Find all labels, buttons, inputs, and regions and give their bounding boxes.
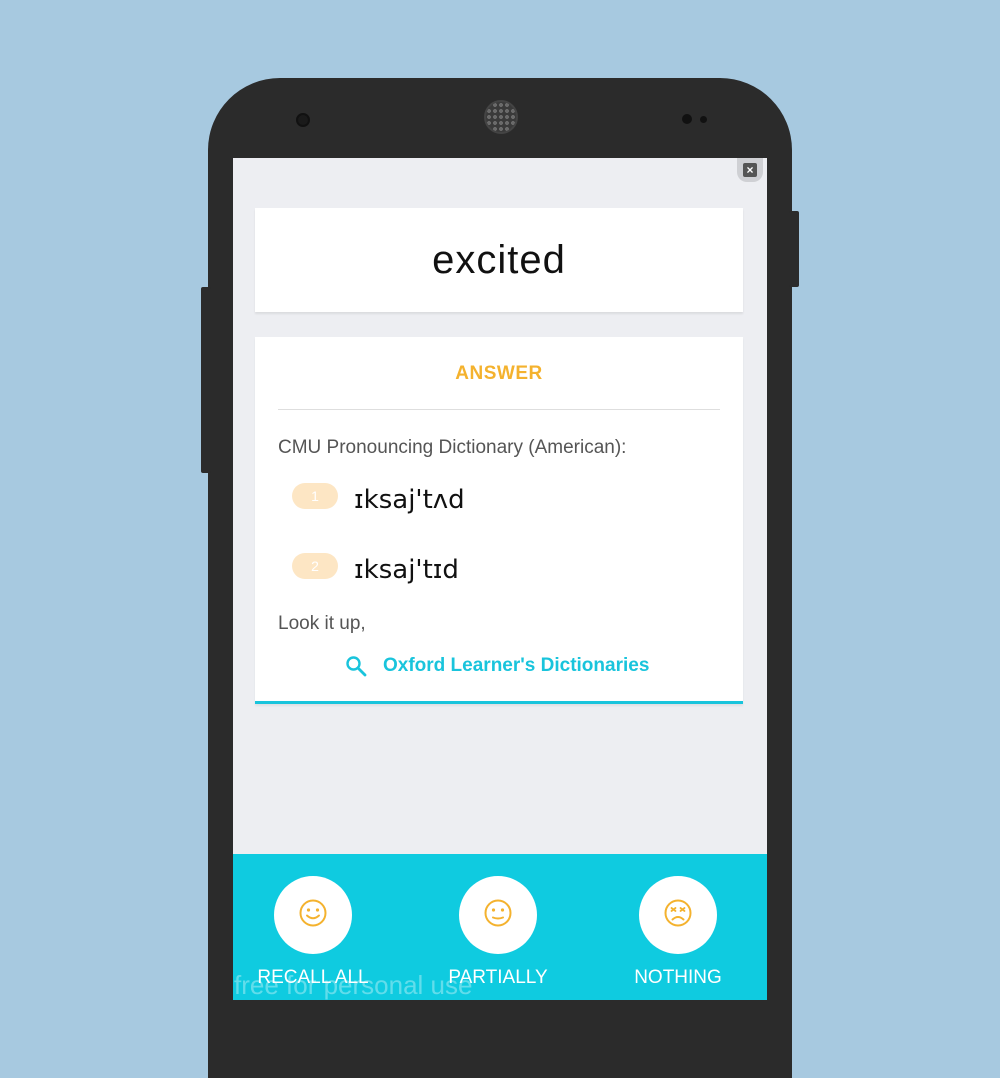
front-camera <box>296 113 310 127</box>
partially-button[interactable] <box>459 876 537 954</box>
pronunciation-ipa: ɪksaj'tʌd <box>354 485 465 515</box>
word-card: excited <box>255 208 743 312</box>
smile-icon <box>298 898 328 933</box>
pronunciation-ipa: ɪksaj'tɪd <box>354 555 459 585</box>
recall-all-button[interactable] <box>274 876 352 954</box>
close-icon: × <box>743 163 757 177</box>
nothing-label[interactable]: NOTHING <box>598 967 758 989</box>
earpiece-speaker <box>484 100 518 134</box>
proximity-sensor <box>682 114 692 124</box>
pronunciation-item: 1 ɪksaj'tʌd <box>292 483 465 515</box>
close-button[interactable]: × <box>737 158 763 182</box>
pronunciation-item: 2 ɪksaj'tɪd <box>292 553 459 585</box>
nothing-button[interactable] <box>639 876 717 954</box>
oxford-link-label: Oxford Learner's Dictionaries <box>383 655 650 676</box>
flashcard-word: excited <box>432 237 566 282</box>
neutral-face-icon <box>483 898 513 933</box>
dictionary-label: CMU Pronouncing Dictionary (American): <box>278 437 627 458</box>
answer-divider <box>278 409 720 410</box>
pronunciation-index-badge: 1 <box>292 483 338 509</box>
pronunciation-index-badge: 2 <box>292 553 338 579</box>
answer-card: ANSWER CMU Pronouncing Dictionary (Ameri… <box>255 337 743 704</box>
lookup-label: Look it up, <box>278 613 366 634</box>
search-icon <box>345 655 367 677</box>
answer-title: ANSWER <box>455 363 543 384</box>
light-sensor <box>700 116 707 123</box>
watermark: free for personal use <box>234 970 473 1000</box>
app-screen: × excited ANSWER CMU Pronouncing Diction… <box>233 158 767 1000</box>
power-button <box>789 211 799 287</box>
sad-face-icon <box>663 898 693 933</box>
oxford-dictionary-link[interactable]: Oxford Learner's Dictionaries <box>345 655 649 677</box>
volume-button <box>201 287 211 473</box>
